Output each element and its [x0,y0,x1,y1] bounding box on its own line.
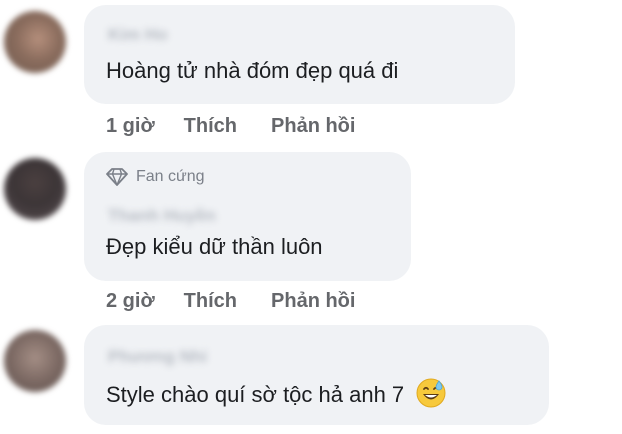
comment-bubble: Fan cứng Thanh Huyền Đẹp kiểu dữ thần lu… [84,152,411,281]
comment-bubble: Phương Nhi Style chào quí sờ tộc hả anh … [84,325,549,425]
fan-badge: Fan cứng [106,168,205,186]
fan-badge-label: Fan cứng [136,168,205,185]
comment-author[interactable]: Phương Nhi [108,347,207,367]
comment-text: Style chào quí sờ tộc hả anh 7 [106,382,405,407]
like-button[interactable]: Thích [184,290,237,313]
comment-thread: Kim Ho Hoàng tử nhà đóm đẹp quá đi 1 giờ… [0,0,622,434]
diamond-icon [106,168,128,186]
comment-text: Đẹp kiểu dữ thần luôn [106,234,323,259]
comment-author[interactable]: Thanh Huyền [108,206,216,226]
comment-timestamp[interactable]: 1 giờ [106,115,155,138]
comment-timestamp[interactable]: 2 giờ [106,290,155,313]
comment-text-wrapper: Style chào quí sờ tộc hả anh 7 [106,378,446,408]
comment-actions: 2 giờ Thích Phản hồi [106,290,355,313]
avatar[interactable] [4,158,66,220]
avatar[interactable] [4,11,66,73]
comment-author[interactable]: Kim Ho [108,25,168,45]
grinning-face-with-sweat-emoji-icon [416,378,446,408]
comment-text: Hoàng tử nhà đóm đẹp quá đi [106,58,399,83]
like-button[interactable]: Thích [184,115,237,138]
reply-button[interactable]: Phản hồi [271,115,355,138]
comment-bubble: Kim Ho Hoàng tử nhà đóm đẹp quá đi [84,5,515,104]
reply-button[interactable]: Phản hồi [271,290,355,313]
comment-actions: 1 giờ Thích Phản hồi [106,115,355,138]
avatar[interactable] [4,330,66,392]
